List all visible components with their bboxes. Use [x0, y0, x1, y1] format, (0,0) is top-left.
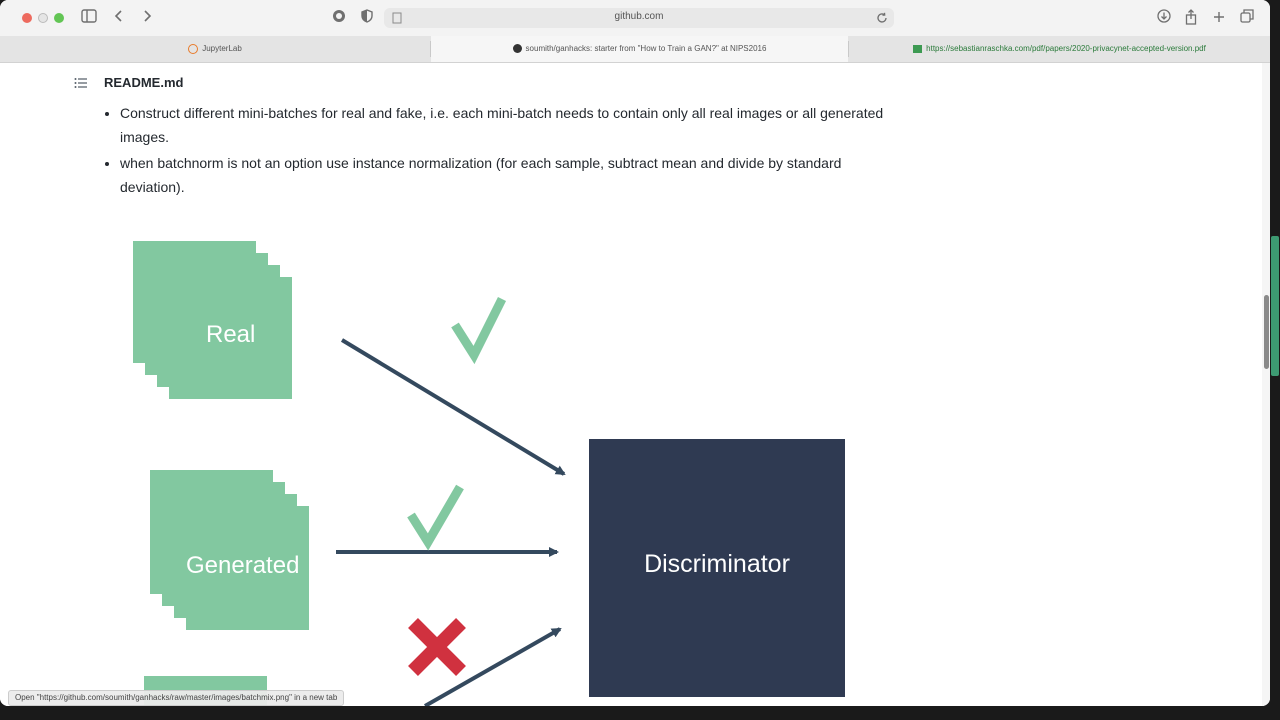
close-window-button[interactable] [22, 13, 32, 23]
status-bar-link-preview: Open "https://github.com/soumith/ganhack… [8, 690, 345, 706]
tab-bar: JupyterLab soumith/ganhacks: starter fro… [0, 36, 1270, 63]
tab-label: soumith/ganhacks: starter from "How to T… [525, 44, 767, 53]
shield-icon[interactable] [358, 9, 376, 27]
background-window-sliver [1271, 236, 1279, 376]
checkmark-icon [451, 296, 507, 365]
downloads-icon[interactable] [1155, 9, 1173, 27]
diagram-arrows [336, 296, 566, 706]
address-text: github.com [614, 11, 664, 22]
forward-icon[interactable] [138, 9, 156, 27]
address-bar[interactable]: github.com [384, 8, 894, 28]
tab-jupyterlab[interactable]: JupyterLab [0, 36, 430, 62]
privacy-report-icon[interactable] [330, 9, 348, 27]
jupyter-tab-icon [188, 43, 199, 54]
scrollbar-thumb[interactable] [1264, 295, 1269, 369]
browser-toolbar: github.com [0, 0, 1270, 37]
tab-label: https://sebastianraschka.com/pdf/papers/… [926, 44, 1206, 53]
maximize-window-button[interactable] [54, 13, 64, 23]
sidebar-icon[interactable] [80, 9, 98, 27]
tab-privacynet-pdf[interactable]: https://sebastianraschka.com/pdf/papers/… [849, 36, 1270, 62]
back-icon[interactable] [110, 9, 128, 27]
arrow-real-to-discriminator [340, 338, 566, 476]
share-icon[interactable] [1182, 9, 1200, 27]
cross-icon [408, 618, 466, 676]
tab-overview-icon[interactable] [1238, 9, 1256, 27]
github-icon [512, 44, 522, 54]
tab-label: JupyterLab [202, 44, 242, 53]
new-tab-icon[interactable] [1210, 9, 1228, 27]
background-window-edge [1270, 0, 1280, 720]
checkmark-icon [407, 484, 464, 551]
reload-icon[interactable] [876, 11, 888, 29]
scrollbar[interactable] [1262, 63, 1270, 706]
minimize-window-button[interactable] [38, 13, 48, 23]
tab-ganhacks[interactable]: soumith/ganhacks: starter from "How to T… [431, 36, 848, 62]
page-content: README.md Construct different mini-batch… [0, 63, 1270, 706]
batchmix-diagram[interactable]: Real Generated Discriminator [0, 63, 1270, 706]
pdf-tab-icon [913, 44, 923, 53]
browser-window: github.com JupyterLab soumith/ganhacks: … [0, 0, 1270, 706]
